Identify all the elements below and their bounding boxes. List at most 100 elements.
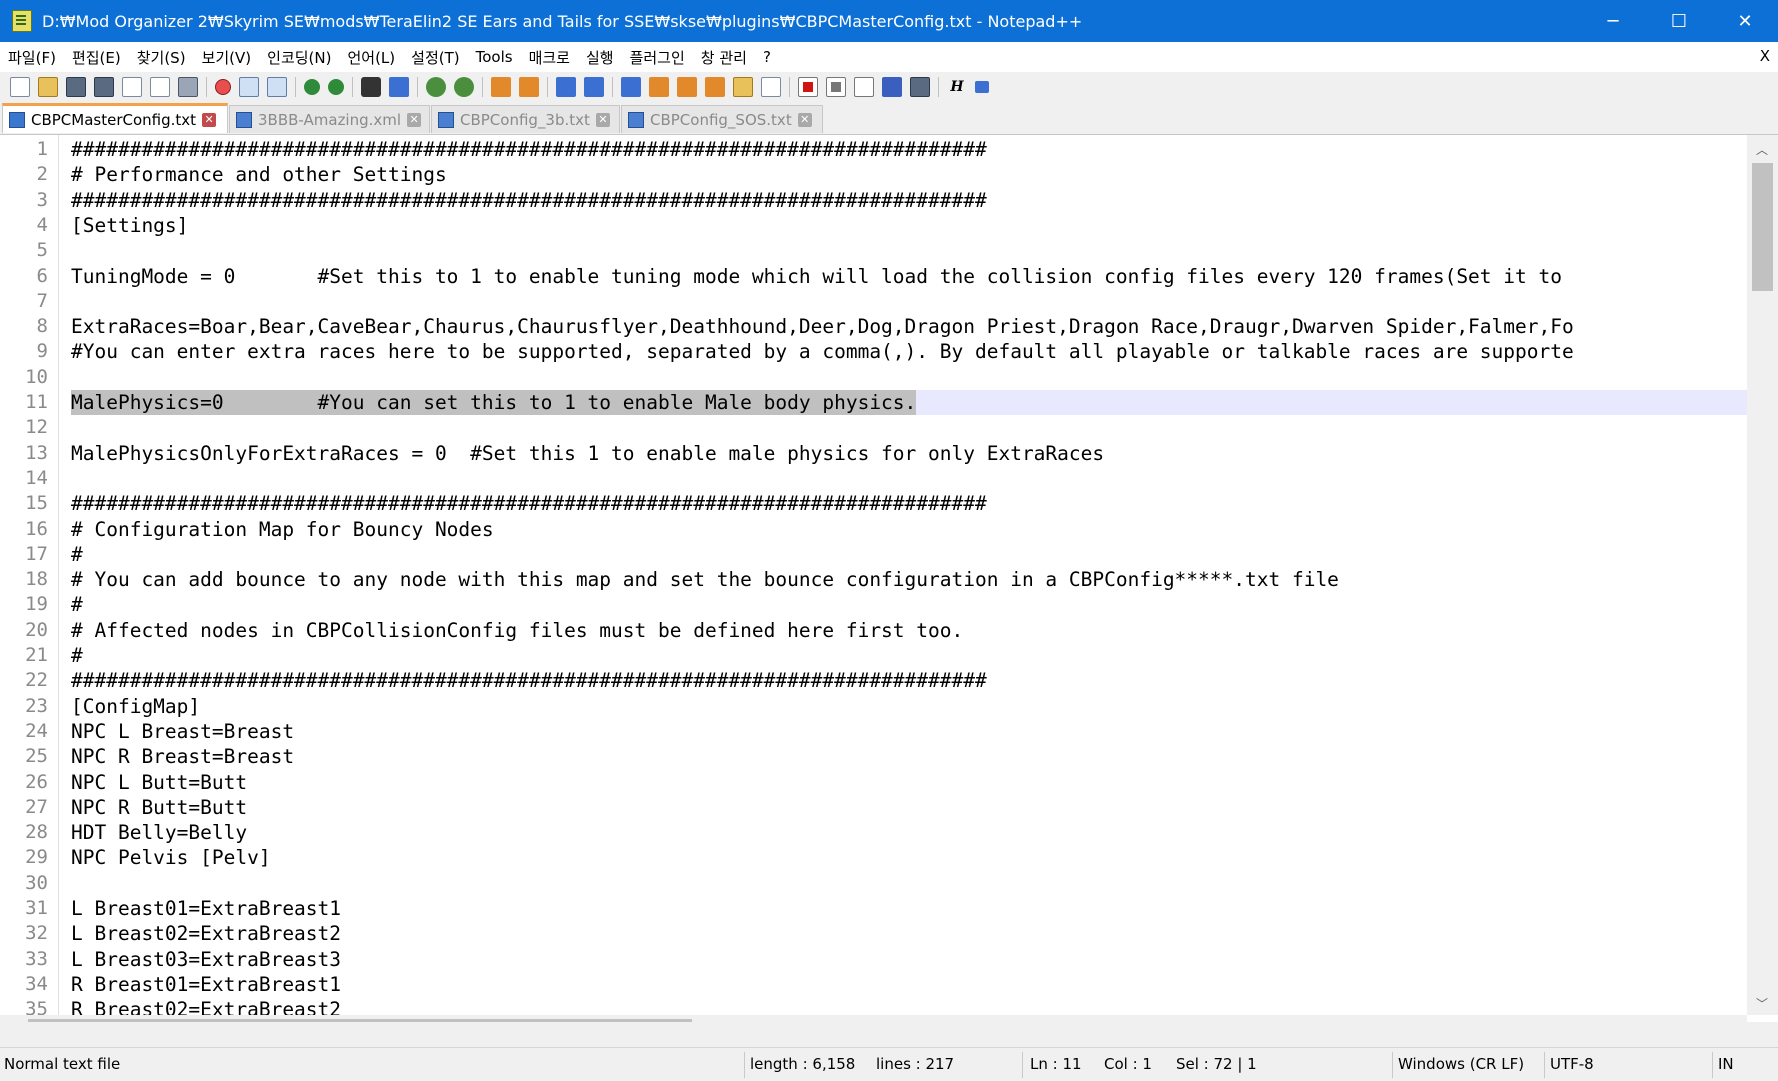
tab-close-icon[interactable]: ✕ <box>595 112 610 127</box>
notepad-app-icon[interactable] <box>12 10 32 32</box>
code-line[interactable]: ########################################… <box>71 188 987 213</box>
code-line[interactable]: NPC R Butt=Butt <box>71 795 247 820</box>
scroll-right-icon[interactable]: › <box>1729 1019 1734 1022</box>
code-line[interactable]: HDT Belly=Belly <box>71 820 247 845</box>
save-icon[interactable] <box>66 77 86 97</box>
close-button[interactable]: ✕ <box>1712 0 1778 42</box>
code-line[interactable]: # Affected nodes in CBPCollisionConfig f… <box>71 618 963 643</box>
paste-icon[interactable] <box>267 77 287 97</box>
code-line[interactable]: NPC R Breast=Breast <box>71 744 294 769</box>
menu-edit[interactable]: 편집(E) <box>64 47 129 68</box>
menu-window[interactable]: 창 관리 <box>693 47 755 68</box>
close-document-button[interactable]: X <box>1760 47 1770 65</box>
maximize-button[interactable]: ☐ <box>1646 0 1712 42</box>
code-line[interactable]: L Breast03=ExtraBreast3 <box>71 947 341 972</box>
redo-icon[interactable] <box>328 79 344 95</box>
code-line[interactable]: [ConfigMap] <box>71 694 200 719</box>
menu-macro[interactable]: 매크로 <box>521 47 578 68</box>
code-line[interactable]: # <box>71 542 83 567</box>
menu-view[interactable]: 보기(V) <box>194 47 260 68</box>
cut-icon[interactable] <box>215 79 231 95</box>
run-macro-multiple-icon[interactable] <box>882 77 902 97</box>
show-all-chars-icon[interactable] <box>584 77 604 97</box>
line-number-gutter[interactable]: 1 2 3 4 5 6 7 8 9 10 11 12 13 14 15 16 17 18 19 20 21 22 23 24 2… <box>0 135 59 1020</box>
open-file-icon[interactable] <box>38 77 58 97</box>
tab-cbpconfig-sos[interactable]: CBPConfig_SOS.txt ✕ <box>621 105 823 133</box>
scroll-left-icon[interactable]: ‹ <box>10 1019 15 1022</box>
code-line[interactable]: NPC L Butt=Butt <box>71 770 247 795</box>
code-line[interactable]: L Breast02=ExtraBreast2 <box>71 921 341 946</box>
scroll-up-icon[interactable]: ︿ <box>1756 141 1768 158</box>
zoom-in-icon[interactable] <box>426 77 446 97</box>
tab-cbpcmasterconfig[interactable]: CBPCMasterConfig.txt ✕ <box>2 103 228 133</box>
find-icon[interactable] <box>361 77 381 97</box>
indent-guide-icon[interactable] <box>621 77 641 97</box>
vertical-scroll-thumb[interactable] <box>1752 163 1773 291</box>
code-line[interactable]: # Performance and other Settings <box>71 162 447 187</box>
tab-3bbb-amazing[interactable]: 3BBB-Amazing.xml ✕ <box>229 105 430 133</box>
code-line[interactable]: L Breast01=ExtraBreast1 <box>71 896 341 921</box>
sync-horizontal-icon[interactable] <box>519 77 539 97</box>
menu-help[interactable]: ? <box>755 48 779 66</box>
save-macro-icon[interactable] <box>910 77 930 97</box>
menu-run[interactable]: 실행 <box>578 47 622 68</box>
hex-editor-icon[interactable]: H <box>947 77 967 97</box>
code-line[interactable]: MalePhysicsOnlyForExtraRaces = 0 #Set th… <box>71 441 1104 466</box>
code-line[interactable]: [Settings] <box>71 213 188 238</box>
menu-tools[interactable]: Tools <box>468 48 521 66</box>
close-file-icon[interactable] <box>122 77 142 97</box>
code-line[interactable]: # Configuration Map for Bouncy Nodes <box>71 517 494 542</box>
text-editor[interactable]: 1 2 3 4 5 6 7 8 9 10 11 12 13 14 15 16 17 18 19 20 21 22 23 24 2… <box>0 135 1778 1022</box>
monitoring-icon[interactable] <box>761 77 781 97</box>
menu-plugins[interactable]: 플러그인 <box>622 47 693 68</box>
sync-vertical-icon[interactable] <box>491 77 511 97</box>
play-macro-icon[interactable] <box>854 77 874 97</box>
scroll-down-icon[interactable]: ﹀ <box>1756 995 1768 1012</box>
horizontal-scroll-thumb[interactable] <box>28 1019 692 1022</box>
code-line[interactable]: # <box>71 643 83 668</box>
record-macro-icon[interactable] <box>798 77 818 97</box>
new-file-icon[interactable] <box>10 77 30 97</box>
horizontal-scrollbar[interactable]: ‹ › <box>0 1015 1747 1022</box>
tab-cbpconfig-3b[interactable]: CBPConfig_3b.txt ✕ <box>431 105 620 133</box>
document-map-icon[interactable] <box>677 77 697 97</box>
code-area[interactable]: ########################################… <box>71 135 1747 1015</box>
replace-icon[interactable] <box>389 77 409 97</box>
function-list-icon[interactable] <box>705 77 725 97</box>
code-line[interactable]: # <box>71 592 83 617</box>
code-line[interactable]: MalePhysics=0 #You can set this to 1 to … <box>71 390 916 415</box>
menu-encoding[interactable]: 인코딩(N) <box>259 47 339 68</box>
menu-file[interactable]: 파일(F) <box>0 47 64 68</box>
menu-settings[interactable]: 설정(T) <box>403 47 467 68</box>
code-line[interactable]: R Breast01=ExtraBreast1 <box>71 972 341 997</box>
undo-icon[interactable] <box>304 79 320 95</box>
code-line[interactable]: ########################################… <box>71 491 987 516</box>
code-line[interactable]: NPC Pelvis [Pelv] <box>71 845 271 870</box>
folder-workspace-icon[interactable] <box>733 77 753 97</box>
code-line[interactable]: #You can enter extra races here to be su… <box>71 339 1574 364</box>
code-line[interactable]: R Breast02=ExtraBreast2 <box>71 997 341 1015</box>
print-icon[interactable] <box>178 77 198 97</box>
tab-close-icon[interactable]: ✕ <box>797 112 812 127</box>
window-title: D:₩Mod Organizer 2₩Skyrim SE₩mods₩TeraEl… <box>42 11 1083 31</box>
copy-icon[interactable] <box>239 77 259 97</box>
code-line[interactable]: TuningMode = 0 #Set this to 1 to enable … <box>71 264 1562 289</box>
zoom-out-icon[interactable] <box>454 77 474 97</box>
tab-close-icon[interactable]: ✕ <box>202 112 217 127</box>
code-line[interactable]: NPC L Breast=Breast <box>71 719 294 744</box>
code-line[interactable]: # You can add bounce to any node with th… <box>71 567 1339 592</box>
menu-search[interactable]: 찾기(S) <box>129 47 194 68</box>
save-all-icon[interactable] <box>94 77 114 97</box>
code-line[interactable]: ExtraRaces=Boar,Bear,CaveBear,Chaurus,Ch… <box>71 314 1574 339</box>
user-language-icon[interactable] <box>649 77 669 97</box>
tab-close-icon[interactable]: ✕ <box>407 112 422 127</box>
close-all-icon[interactable] <box>150 77 170 97</box>
code-line[interactable]: ########################################… <box>71 137 987 162</box>
vertical-scrollbar[interactable]: ︿ ﹀ <box>1747 135 1778 1015</box>
menu-language[interactable]: 언어(L) <box>339 47 403 68</box>
word-wrap-icon[interactable] <box>556 77 576 97</box>
minimize-button[interactable]: ─ <box>1580 0 1646 42</box>
code-line[interactable]: ########################################… <box>71 668 987 693</box>
plugin-panel-icon[interactable] <box>975 81 989 93</box>
stop-macro-icon[interactable] <box>826 77 846 97</box>
